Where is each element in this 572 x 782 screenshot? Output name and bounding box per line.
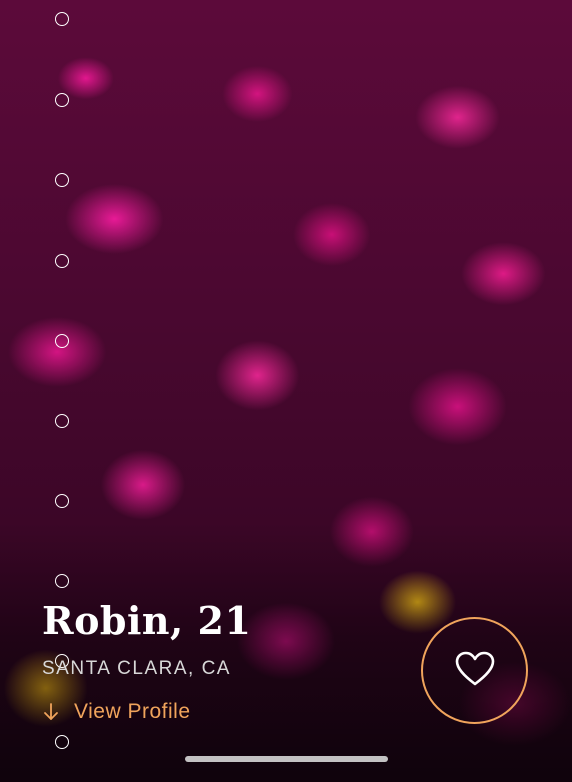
photo-indicator-dot[interactable] (55, 414, 69, 428)
photo-indicator-dot[interactable] (55, 173, 69, 187)
home-indicator[interactable] (185, 756, 388, 762)
photo-indicator-dot[interactable] (55, 254, 69, 268)
view-profile-link[interactable]: View Profile (42, 700, 191, 724)
view-profile-label: View Profile (74, 700, 191, 723)
profile-card-screen: Robin, 21 SANTA CLARA, CA View Profile (0, 0, 572, 782)
arrow-down-icon (42, 702, 60, 722)
photo-indicator-dot[interactable] (55, 12, 69, 26)
photo-indicator-dot[interactable] (55, 735, 69, 749)
photo-indicator-dot[interactable] (55, 93, 69, 107)
profile-location: SANTA CLARA, CA (42, 658, 231, 679)
photo-indicator-dot[interactable] (55, 334, 69, 348)
photo-indicator-dot[interactable] (55, 574, 69, 588)
photo-indicator-dot[interactable] (55, 494, 69, 508)
heart-icon (455, 651, 495, 691)
profile-name-age: Robin, 21 (42, 598, 252, 643)
like-button[interactable] (421, 617, 528, 724)
